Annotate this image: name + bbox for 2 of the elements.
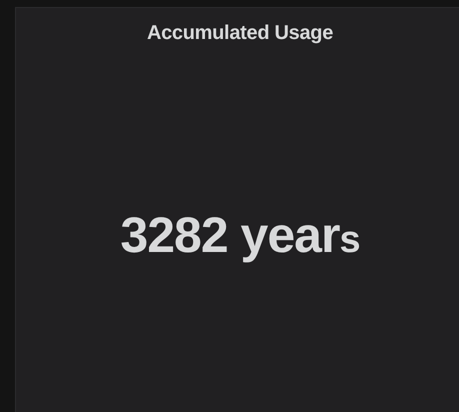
panel-title: Accumulated Usage [146, 22, 334, 45]
stat-value: 3282 years [120, 210, 360, 260]
